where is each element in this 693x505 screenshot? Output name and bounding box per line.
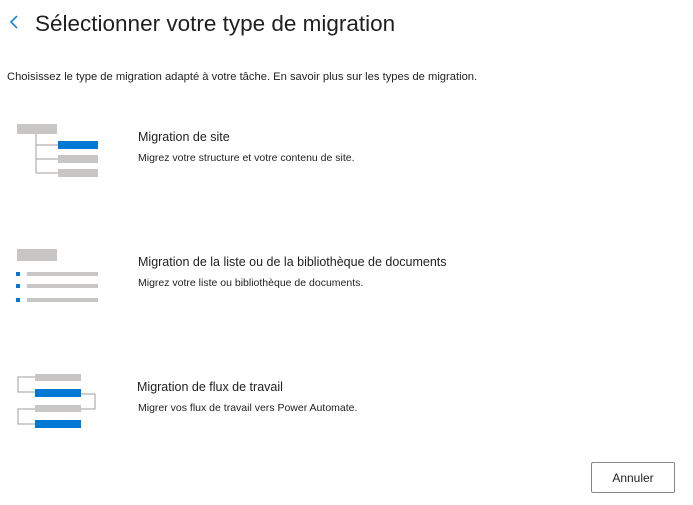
workflow-migration-option[interactable]: Migration de flux de travail Migrer vos … bbox=[0, 372, 560, 452]
option-description: Migrez votre structure et votre contenu … bbox=[138, 152, 355, 164]
option-title: Migration de la liste ou de la bibliothè… bbox=[138, 255, 447, 269]
list-library-icon bbox=[16, 249, 98, 302]
option-title: Migration de site bbox=[138, 130, 230, 144]
cancel-button[interactable]: Annuler bbox=[591, 462, 675, 493]
chevron-left-icon bbox=[9, 15, 18, 29]
back-button[interactable] bbox=[5, 11, 23, 33]
page-title: Sélectionner votre type de migration bbox=[35, 11, 396, 36]
option-description: Migrez votre liste ou bibliothèque de do… bbox=[138, 277, 364, 289]
site-hierarchy-icon bbox=[17, 124, 98, 177]
option-title: Migration de flux de travail bbox=[137, 380, 283, 394]
workflow-icon bbox=[17, 374, 96, 428]
list-library-migration-option[interactable]: Migration de la liste ou de la bibliothè… bbox=[0, 247, 560, 327]
site-migration-option[interactable]: Migration de site Migrez votre structure… bbox=[0, 122, 560, 202]
option-description: Migrer vos flux de travail vers Power Au… bbox=[138, 402, 358, 414]
intro-text: Choisissez le type de migration adapté à… bbox=[7, 71, 478, 83]
